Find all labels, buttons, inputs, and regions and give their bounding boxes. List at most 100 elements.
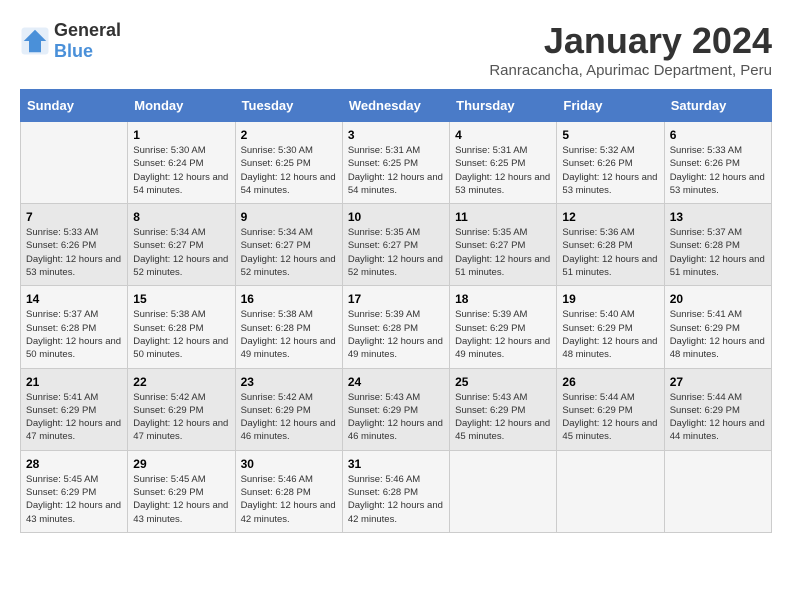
day-info: Sunrise: 5:44 AM Sunset: 6:29 PM Dayligh… <box>562 391 658 444</box>
day-info: Sunrise: 5:41 AM Sunset: 6:29 PM Dayligh… <box>670 308 766 361</box>
day-number: 3 <box>348 128 444 142</box>
day-number: 31 <box>348 457 444 471</box>
day-number: 28 <box>26 457 122 471</box>
day-number: 17 <box>348 292 444 306</box>
title-section: January 2024 Ranracancha, Apurimac Depar… <box>489 20 772 79</box>
day-cell-w3-d1: 14 Sunrise: 5:37 AM Sunset: 6:28 PM Dayl… <box>21 286 128 368</box>
day-number: 26 <box>562 375 658 389</box>
day-cell-w4-d2: 22 Sunrise: 5:42 AM Sunset: 6:29 PM Dayl… <box>128 368 235 450</box>
day-number: 21 <box>26 375 122 389</box>
day-number: 16 <box>241 292 337 306</box>
day-info: Sunrise: 5:32 AM Sunset: 6:26 PM Dayligh… <box>562 144 658 197</box>
day-cell-w2-d4: 10 Sunrise: 5:35 AM Sunset: 6:27 PM Dayl… <box>342 204 449 286</box>
day-info: Sunrise: 5:33 AM Sunset: 6:26 PM Dayligh… <box>26 226 122 279</box>
col-saturday: Saturday <box>664 90 771 122</box>
calendar-header-row: Sunday Monday Tuesday Wednesday Thursday… <box>21 90 772 122</box>
day-number: 15 <box>133 292 229 306</box>
day-info: Sunrise: 5:36 AM Sunset: 6:28 PM Dayligh… <box>562 226 658 279</box>
day-cell-w1-d7: 6 Sunrise: 5:33 AM Sunset: 6:26 PM Dayli… <box>664 122 771 204</box>
day-info: Sunrise: 5:41 AM Sunset: 6:29 PM Dayligh… <box>26 391 122 444</box>
day-number: 19 <box>562 292 658 306</box>
day-number: 13 <box>670 210 766 224</box>
calendar-table: Sunday Monday Tuesday Wednesday Thursday… <box>20 89 772 533</box>
week-row-3: 14 Sunrise: 5:37 AM Sunset: 6:28 PM Dayl… <box>21 286 772 368</box>
col-wednesday: Wednesday <box>342 90 449 122</box>
day-number: 27 <box>670 375 766 389</box>
day-cell-w1-d5: 4 Sunrise: 5:31 AM Sunset: 6:25 PM Dayli… <box>450 122 557 204</box>
day-info: Sunrise: 5:42 AM Sunset: 6:29 PM Dayligh… <box>133 391 229 444</box>
day-cell-w5-d7 <box>664 450 771 532</box>
day-cell-w3-d7: 20 Sunrise: 5:41 AM Sunset: 6:29 PM Dayl… <box>664 286 771 368</box>
col-tuesday: Tuesday <box>235 90 342 122</box>
day-cell-w4-d1: 21 Sunrise: 5:41 AM Sunset: 6:29 PM Dayl… <box>21 368 128 450</box>
day-info: Sunrise: 5:39 AM Sunset: 6:29 PM Dayligh… <box>455 308 551 361</box>
day-number: 25 <box>455 375 551 389</box>
page-header: General Blue January 2024 Ranracancha, A… <box>20 20 772 79</box>
logo-blue-text: Blue <box>54 41 121 62</box>
location-subtitle: Ranracancha, Apurimac Department, Peru <box>489 62 772 79</box>
col-thursday: Thursday <box>450 90 557 122</box>
week-row-1: 1 Sunrise: 5:30 AM Sunset: 6:24 PM Dayli… <box>21 122 772 204</box>
day-number: 8 <box>133 210 229 224</box>
day-cell-w5-d2: 29 Sunrise: 5:45 AM Sunset: 6:29 PM Dayl… <box>128 450 235 532</box>
day-number: 30 <box>241 457 337 471</box>
day-cell-w2-d7: 13 Sunrise: 5:37 AM Sunset: 6:28 PM Dayl… <box>664 204 771 286</box>
day-cell-w4-d3: 23 Sunrise: 5:42 AM Sunset: 6:29 PM Dayl… <box>235 368 342 450</box>
day-number: 11 <box>455 210 551 224</box>
day-cell-w4-d4: 24 Sunrise: 5:43 AM Sunset: 6:29 PM Dayl… <box>342 368 449 450</box>
day-number: 1 <box>133 128 229 142</box>
day-cell-w5-d4: 31 Sunrise: 5:46 AM Sunset: 6:28 PM Dayl… <box>342 450 449 532</box>
day-info: Sunrise: 5:43 AM Sunset: 6:29 PM Dayligh… <box>455 391 551 444</box>
logo: General Blue <box>20 20 121 62</box>
col-friday: Friday <box>557 90 664 122</box>
day-number: 9 <box>241 210 337 224</box>
day-info: Sunrise: 5:46 AM Sunset: 6:28 PM Dayligh… <box>348 473 444 526</box>
day-cell-w4-d5: 25 Sunrise: 5:43 AM Sunset: 6:29 PM Dayl… <box>450 368 557 450</box>
week-row-5: 28 Sunrise: 5:45 AM Sunset: 6:29 PM Dayl… <box>21 450 772 532</box>
day-info: Sunrise: 5:38 AM Sunset: 6:28 PM Dayligh… <box>133 308 229 361</box>
day-number: 18 <box>455 292 551 306</box>
day-info: Sunrise: 5:34 AM Sunset: 6:27 PM Dayligh… <box>133 226 229 279</box>
day-cell-w3-d6: 19 Sunrise: 5:40 AM Sunset: 6:29 PM Dayl… <box>557 286 664 368</box>
day-info: Sunrise: 5:33 AM Sunset: 6:26 PM Dayligh… <box>670 144 766 197</box>
day-cell-w5-d3: 30 Sunrise: 5:46 AM Sunset: 6:28 PM Dayl… <box>235 450 342 532</box>
day-info: Sunrise: 5:30 AM Sunset: 6:24 PM Dayligh… <box>133 144 229 197</box>
month-title: January 2024 <box>489 20 772 62</box>
day-info: Sunrise: 5:43 AM Sunset: 6:29 PM Dayligh… <box>348 391 444 444</box>
day-cell-w4-d6: 26 Sunrise: 5:44 AM Sunset: 6:29 PM Dayl… <box>557 368 664 450</box>
day-number: 7 <box>26 210 122 224</box>
col-sunday: Sunday <box>21 90 128 122</box>
day-number: 24 <box>348 375 444 389</box>
day-cell-w1-d4: 3 Sunrise: 5:31 AM Sunset: 6:25 PM Dayli… <box>342 122 449 204</box>
day-number: 29 <box>133 457 229 471</box>
day-info: Sunrise: 5:37 AM Sunset: 6:28 PM Dayligh… <box>670 226 766 279</box>
day-number: 5 <box>562 128 658 142</box>
day-info: Sunrise: 5:31 AM Sunset: 6:25 PM Dayligh… <box>348 144 444 197</box>
day-cell-w1-d2: 1 Sunrise: 5:30 AM Sunset: 6:24 PM Dayli… <box>128 122 235 204</box>
day-info: Sunrise: 5:35 AM Sunset: 6:27 PM Dayligh… <box>455 226 551 279</box>
logo-text: General Blue <box>54 20 121 62</box>
day-cell-w1-d6: 5 Sunrise: 5:32 AM Sunset: 6:26 PM Dayli… <box>557 122 664 204</box>
day-number: 22 <box>133 375 229 389</box>
day-info: Sunrise: 5:35 AM Sunset: 6:27 PM Dayligh… <box>348 226 444 279</box>
day-info: Sunrise: 5:30 AM Sunset: 6:25 PM Dayligh… <box>241 144 337 197</box>
logo-icon <box>20 26 50 56</box>
day-number: 6 <box>670 128 766 142</box>
week-row-2: 7 Sunrise: 5:33 AM Sunset: 6:26 PM Dayli… <box>21 204 772 286</box>
day-number: 10 <box>348 210 444 224</box>
day-info: Sunrise: 5:40 AM Sunset: 6:29 PM Dayligh… <box>562 308 658 361</box>
day-cell-w5-d1: 28 Sunrise: 5:45 AM Sunset: 6:29 PM Dayl… <box>21 450 128 532</box>
day-info: Sunrise: 5:42 AM Sunset: 6:29 PM Dayligh… <box>241 391 337 444</box>
day-cell-w2-d5: 11 Sunrise: 5:35 AM Sunset: 6:27 PM Dayl… <box>450 204 557 286</box>
col-monday: Monday <box>128 90 235 122</box>
day-info: Sunrise: 5:45 AM Sunset: 6:29 PM Dayligh… <box>26 473 122 526</box>
day-info: Sunrise: 5:46 AM Sunset: 6:28 PM Dayligh… <box>241 473 337 526</box>
day-number: 23 <box>241 375 337 389</box>
day-number: 2 <box>241 128 337 142</box>
day-cell-w3-d2: 15 Sunrise: 5:38 AM Sunset: 6:28 PM Dayl… <box>128 286 235 368</box>
day-cell-w5-d6 <box>557 450 664 532</box>
day-number: 20 <box>670 292 766 306</box>
day-cell-w2-d3: 9 Sunrise: 5:34 AM Sunset: 6:27 PM Dayli… <box>235 204 342 286</box>
logo-general-text: General <box>54 20 121 41</box>
day-number: 14 <box>26 292 122 306</box>
